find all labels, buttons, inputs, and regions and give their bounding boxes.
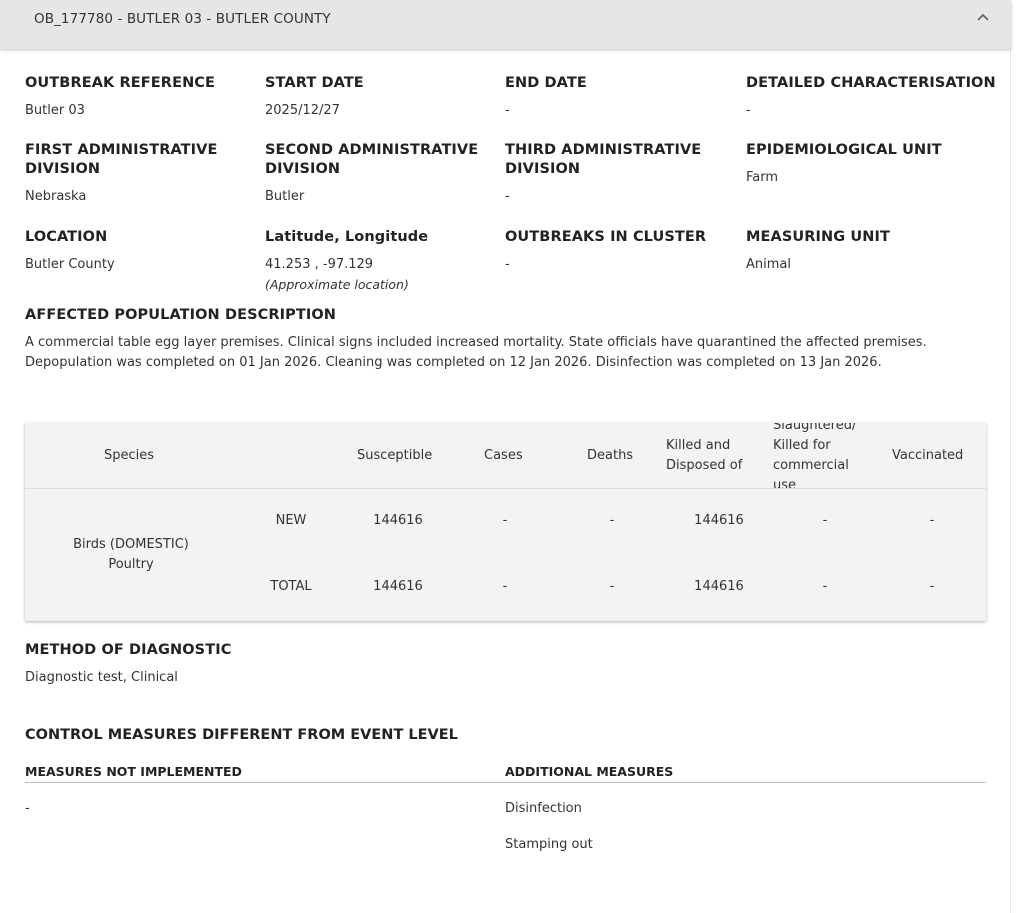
- chevron-up-icon[interactable]: [976, 11, 990, 25]
- second-admin-division-field: SECOND ADMINISTRATIVE DIVISION Butler: [265, 141, 478, 206]
- additional-measure-item: Stamping out: [505, 837, 593, 852]
- third-admin-division-label-1: THIRD ADMINISTRATIVE: [505, 142, 702, 158]
- detailed-characterisation-field: DETAILED CHARACTERISATION -: [746, 74, 996, 120]
- species-type: Poultry: [108, 557, 154, 572]
- measures-not-implemented-value: -: [25, 801, 30, 816]
- outbreak-reference-value: Butler 03: [25, 103, 85, 118]
- location-label: LOCATION: [25, 229, 108, 245]
- measures-divider-left: [25, 782, 481, 783]
- cases-cell: -: [502, 579, 508, 594]
- outbreak-panel: OB_177780 - BUTLER 03 - BUTLER COUNTY OU…: [0, 0, 1011, 913]
- start-date-value: 2025/12/27: [265, 103, 340, 118]
- slaughtered-cell: -: [822, 513, 828, 528]
- outbreaks-in-cluster-field: OUTBREAKS IN CLUSTER -: [505, 228, 706, 274]
- susceptible-cell: 144616: [373, 513, 423, 528]
- end-date-field: END DATE -: [505, 74, 587, 120]
- th-slaughtered-3: use: [773, 478, 797, 488]
- th-susceptible: Susceptible: [357, 448, 433, 463]
- th-slaughtered-0: Slaughtered/: [773, 423, 857, 433]
- deaths-cell: -: [609, 513, 615, 528]
- outbreak-title: OB_177780 - BUTLER 03 - BUTLER COUNTY: [34, 11, 331, 27]
- th-cases: Cases: [484, 448, 523, 463]
- susceptible-cell: 144616: [373, 579, 423, 594]
- third-admin-division-field: THIRD ADMINISTRATIVE DIVISION -: [505, 141, 701, 206]
- affected-population-text: A commercial table egg layer premises. C…: [25, 335, 927, 370]
- lat-long-label: Latitude, Longitude: [265, 229, 429, 245]
- th-slaughtered-1: Killed for: [773, 438, 831, 453]
- killed-cell: 144616: [694, 513, 744, 528]
- th-deaths: Deaths: [587, 448, 634, 463]
- row-type-cell: NEW: [275, 513, 307, 528]
- detailed-characterisation-label: DETAILED CHARACTERISATION: [746, 75, 996, 91]
- th-killed-1: Killed and: [666, 438, 731, 453]
- species-table: Species Susceptible Cases Deaths Killed …: [25, 423, 986, 621]
- start-date-field: START DATE 2025/12/27: [265, 74, 364, 120]
- row-type-cell: TOTAL: [270, 579, 312, 594]
- diagnostic-value: Diagnostic test, Clinical: [25, 670, 178, 685]
- additional-measures-label: ADDITIONAL MEASURES: [505, 764, 674, 779]
- affected-population-label: AFFECTED POPULATION DESCRIPTION: [25, 307, 337, 323]
- lat-long-field: Latitude, Longitude 41.253 , -97.129 (Ap…: [265, 228, 428, 294]
- first-admin-division-field: FIRST ADMINISTRATIVE DIVISION Nebraska: [25, 141, 217, 206]
- cases-cell: -: [502, 513, 508, 528]
- diagnostic-label: METHOD OF DIAGNOSTIC: [25, 642, 232, 658]
- deaths-cell: -: [609, 579, 615, 594]
- measures-not-implemented-label: MEASURES NOT IMPLEMENTED: [25, 764, 242, 779]
- table-header: Species Susceptible Cases Deaths Killed …: [25, 423, 986, 488]
- third-admin-division-value: -: [505, 189, 510, 204]
- end-date-label: END DATE: [505, 75, 587, 91]
- end-date-value: -: [505, 103, 510, 118]
- epidemiological-unit-label: EPIDEMIOLOGICAL UNIT: [746, 142, 942, 158]
- measuring-unit-value: Animal: [746, 257, 791, 272]
- vaccinated-cell: -: [929, 579, 935, 594]
- outbreaks-in-cluster-value: -: [505, 257, 510, 272]
- second-admin-division-label-2: DIVISION: [265, 161, 341, 177]
- lat-long-value: 41.253 , -97.129: [265, 257, 374, 272]
- first-admin-division-value: Nebraska: [25, 189, 87, 204]
- species-name: Birds (DOMESTIC): [73, 537, 189, 552]
- location-value: Butler County: [25, 257, 115, 272]
- location-field: LOCATION Butler County: [25, 228, 115, 274]
- measures-divider-right: [481, 782, 986, 783]
- epidemiological-unit-value: Farm: [746, 170, 779, 185]
- first-admin-division-label-1: FIRST ADMINISTRATIVE: [25, 142, 218, 158]
- start-date-label: START DATE: [265, 75, 364, 91]
- killed-cell: 144616: [694, 579, 744, 594]
- measuring-unit-label: MEASURING UNIT: [746, 229, 891, 245]
- th-vaccinated: Vaccinated: [892, 448, 964, 463]
- measuring-unit-field: MEASURING UNIT Animal: [746, 228, 890, 274]
- control-measures-title: CONTROL MEASURES DIFFERENT FROM EVENT LE…: [25, 727, 458, 743]
- th-killed-2: Disposed of: [666, 458, 743, 473]
- vaccinated-cell: -: [929, 513, 935, 528]
- epidemiological-unit-field: EPIDEMIOLOGICAL UNIT Farm: [746, 141, 942, 187]
- th-slaughtered-2: commercial: [773, 458, 849, 473]
- approximate-location-note: (Approximate location): [265, 277, 409, 292]
- outbreak-reference-label: OUTBREAK REFERENCE: [25, 75, 216, 91]
- species-cell: Birds (DOMESTIC) Poultry: [45, 535, 217, 575]
- table-header-divider: [25, 488, 986, 489]
- th-species: Species: [104, 448, 155, 463]
- second-admin-division-label-1: SECOND ADMINISTRATIVE: [265, 142, 479, 158]
- detailed-characterisation-value: -: [746, 103, 751, 118]
- second-admin-division-value: Butler: [265, 189, 305, 204]
- slaughtered-cell: -: [822, 579, 828, 594]
- first-admin-division-label-2: DIVISION: [25, 161, 101, 177]
- outbreak-reference-field: OUTBREAK REFERENCE Butler 03: [25, 74, 215, 120]
- outbreaks-in-cluster-label: OUTBREAKS IN CLUSTER: [505, 229, 707, 245]
- outbreak-panel-header[interactable]: OB_177780 - BUTLER 03 - BUTLER COUNTY: [0, 0, 1011, 49]
- third-admin-division-label-2: DIVISION: [505, 161, 581, 177]
- additional-measure-item: Disinfection: [505, 801, 582, 816]
